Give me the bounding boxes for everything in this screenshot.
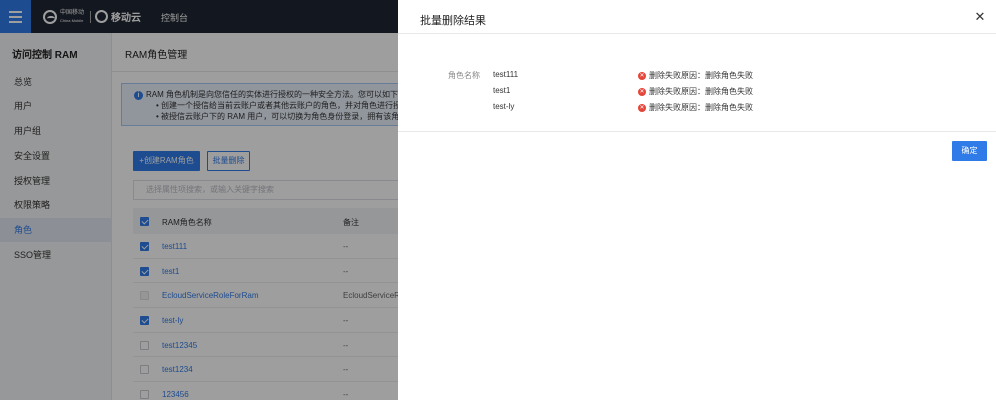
divider bbox=[398, 33, 996, 34]
drawer-title: 批量删除结果 bbox=[420, 15, 486, 27]
result-status: ✕ 删除失败原因：删除角色失败 bbox=[638, 102, 753, 113]
result-role-name: test111 bbox=[493, 70, 519, 79]
result-role-name: test-ly bbox=[493, 102, 515, 111]
result-row: test1 ✕ 删除失败原因：删除角色失败 bbox=[398, 86, 996, 100]
error-icon: ✕ bbox=[638, 87, 646, 96]
close-icon[interactable]: ✕ bbox=[974, 10, 986, 24]
result-status-text: 删除失败原因：删除角色失败 bbox=[649, 71, 753, 80]
result-status: ✕ 删除失败原因：删除角色失败 bbox=[638, 86, 753, 97]
result-status-text: 删除失败原因：删除角色失败 bbox=[649, 87, 753, 96]
batch-delete-result-drawer: 批量删除结果 ✕ 角色名称 test111 ✕ 删除失败原因：删除角色失败 te… bbox=[398, 0, 996, 400]
error-icon: ✕ bbox=[638, 71, 646, 80]
result-row: test-ly ✕ 删除失败原因：删除角色失败 bbox=[398, 102, 996, 116]
modal-overlay[interactable] bbox=[0, 0, 398, 400]
confirm-button[interactable]: 确定 bbox=[952, 141, 987, 161]
result-status: ✕ 删除失败原因：删除角色失败 bbox=[638, 70, 753, 81]
divider bbox=[398, 131, 996, 132]
result-role-name: test1 bbox=[493, 86, 511, 95]
result-status-text: 删除失败原因：删除角色失败 bbox=[649, 103, 753, 112]
result-row: test111 ✕ 删除失败原因：删除角色失败 bbox=[398, 70, 996, 84]
error-icon: ✕ bbox=[638, 103, 646, 112]
